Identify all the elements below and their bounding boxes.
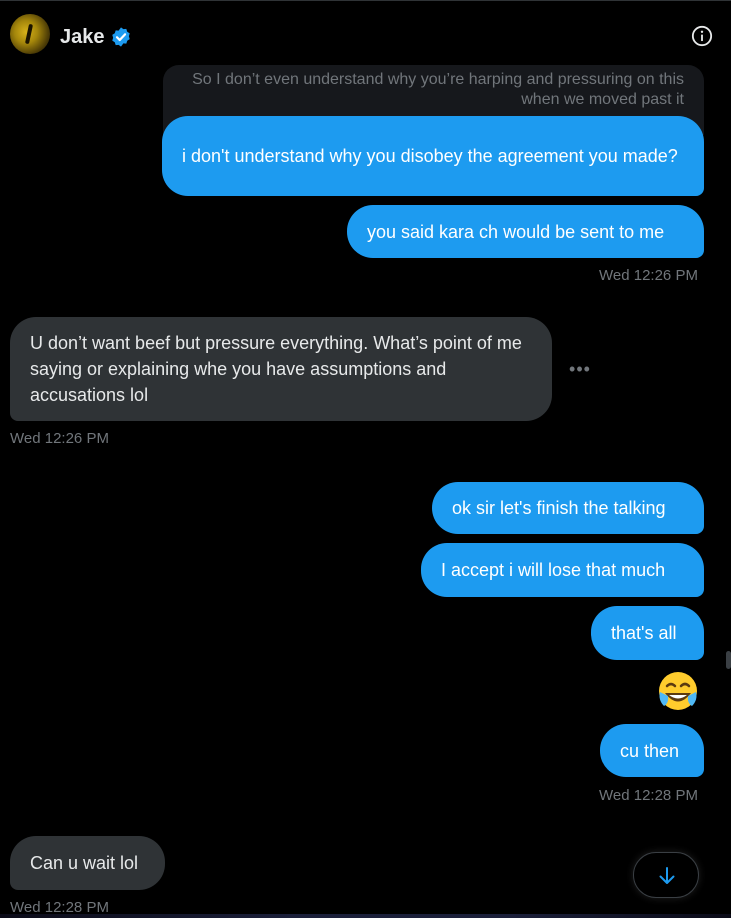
outgoing-message[interactable]: I accept i will lose that much: [421, 543, 704, 597]
more-options-icon[interactable]: •••: [568, 360, 592, 378]
outgoing-message[interactable]: you said kara ch would be sent to me: [347, 205, 704, 258]
outgoing-message[interactable]: ok sir let's finish the talking: [432, 482, 704, 534]
contact-name[interactable]: Jake: [60, 25, 105, 49]
outgoing-message[interactable]: i don't understand why you disobey the a…: [162, 116, 704, 196]
message-timestamp: Wed 12:26 PM: [599, 267, 698, 284]
scrollbar-thumb[interactable]: [726, 651, 731, 669]
message-timestamp: Wed 12:28 PM: [599, 787, 698, 804]
avatar[interactable]: [10, 14, 50, 54]
outgoing-message[interactable]: that's all: [591, 606, 704, 660]
dm-conversation: Jake So I don’t even understand why you’…: [0, 0, 731, 918]
outgoing-message[interactable]: cu then: [600, 724, 704, 777]
scroll-to-bottom-button[interactable]: [633, 852, 699, 898]
incoming-message[interactable]: U don’t want beef but pressure everythin…: [10, 317, 552, 421]
incoming-message[interactable]: Can u wait lol: [10, 836, 165, 890]
scrollbar[interactable]: [723, 65, 731, 918]
bottom-edge: [0, 914, 731, 918]
conversation-header: Jake: [0, 1, 731, 71]
verified-badge-icon: [112, 27, 130, 47]
info-icon[interactable]: [691, 25, 713, 47]
arrow-down-icon: [659, 867, 675, 884]
face-with-tears-of-joy-icon[interactable]: [654, 668, 702, 716]
message-timestamp: Wed 12:26 PM: [10, 430, 109, 447]
